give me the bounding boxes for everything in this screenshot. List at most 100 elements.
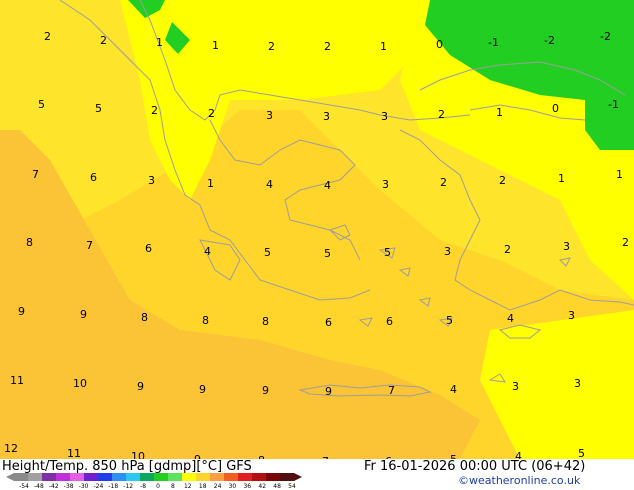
temp-label: 9 — [18, 305, 25, 318]
temp-label: 9 — [137, 380, 144, 393]
color-scale-label: 30 — [229, 483, 237, 489]
temp-label: 11 — [10, 374, 24, 387]
temp-label: 1 — [207, 177, 214, 190]
color-scale: -54 -48 -42 -38 -30 -24 -18 -12 -8 0 8 12 18 24 30 36 42… — [6, 473, 302, 489]
color-scale-swatch — [84, 473, 99, 481]
temp-label: 3 — [568, 309, 575, 322]
temp-label: 5 — [446, 314, 453, 327]
map-viewer: { "map": { "colors": { "band_2_deg": "#f… — [0, 0, 634, 490]
color-scale-swatch — [196, 473, 211, 481]
color-scale-swatch — [42, 473, 57, 481]
temp-label: 10 — [73, 377, 87, 390]
temp-label: 0 — [436, 38, 443, 51]
temp-label: 1 — [156, 36, 163, 49]
temp-label: -1 — [608, 98, 619, 111]
color-scale-swatch — [252, 473, 267, 481]
temp-label: 5 — [95, 102, 102, 115]
temp-label: 4 — [324, 179, 331, 192]
temp-label: 8 — [26, 236, 33, 249]
temp-label: 2 — [438, 108, 445, 121]
color-scale-swatch — [266, 473, 281, 481]
temp-label: 5 — [384, 246, 391, 259]
temp-label: 6 — [90, 171, 97, 184]
color-scale-label: 48 — [273, 483, 281, 489]
temp-label: 3 — [266, 109, 273, 122]
temp-label: 5 — [264, 246, 271, 259]
color-scale-label: 8 — [171, 483, 175, 489]
temp-label: 3 — [512, 380, 519, 393]
color-scale-label: 24 — [214, 483, 222, 489]
color-scale-swatch — [28, 473, 43, 481]
color-scale-label: 36 — [243, 483, 251, 489]
temp-label: 2 — [324, 40, 331, 53]
color-scale-swatch — [238, 473, 253, 481]
temp-label: 2 — [151, 104, 158, 117]
temp-label: 9 — [325, 385, 332, 398]
temp-label: 1 — [616, 168, 623, 181]
temp-label: 7 — [388, 384, 395, 397]
temp-label: 8 — [202, 314, 209, 327]
temp-label: 2 — [504, 243, 511, 256]
map-footer: Height/Temp. 850 hPa [gdmp][°C] GFS Fr 1… — [0, 459, 634, 490]
temp-label: 1 — [496, 106, 503, 119]
map-datetime: Fr 16-01-2026 00:00 UTC (06+42) — [364, 459, 586, 474]
color-scale-swatches — [6, 473, 302, 481]
color-scale-label: -12 — [123, 483, 133, 489]
color-scale-swatch — [154, 473, 169, 481]
color-scale-label: 54 — [288, 483, 296, 489]
temp-label: -2 — [544, 34, 555, 47]
temp-label: 6 — [325, 316, 332, 329]
color-scale-swatch — [70, 473, 85, 481]
temperature-map — [0, 0, 634, 459]
temp-label: 3 — [574, 377, 581, 390]
color-scale-swatch — [182, 473, 197, 481]
temp-label: 4 — [266, 178, 273, 191]
color-scale-swatch — [14, 473, 29, 481]
map-credit: ©weatheronline.co.uk — [458, 474, 581, 487]
temp-label: 1 — [380, 40, 387, 53]
temp-label: -2 — [600, 30, 611, 43]
temp-label: 2 — [499, 174, 506, 187]
temp-label: 12 — [4, 442, 18, 455]
temp-label: 2 — [44, 30, 51, 43]
color-scale-swatch — [56, 473, 71, 481]
color-scale-swatch — [98, 473, 113, 481]
temp-label: 6 — [386, 315, 393, 328]
color-scale-label: -38 — [64, 483, 74, 489]
temp-label: 3 — [563, 240, 570, 253]
color-scale-swatch — [126, 473, 141, 481]
color-scale-label: 42 — [258, 483, 266, 489]
temp-label: 9 — [262, 384, 269, 397]
temp-label: 1 — [212, 39, 219, 52]
temp-label: 4 — [204, 245, 211, 258]
color-scale-label: -18 — [108, 483, 118, 489]
scale-left-arrow-icon — [6, 473, 14, 481]
temp-label: 6 — [145, 242, 152, 255]
temp-label: 5 — [324, 247, 331, 260]
temp-label: 3 — [444, 245, 451, 258]
temp-label: 4 — [450, 383, 457, 396]
temp-label: 8 — [262, 315, 269, 328]
color-scale-label: -48 — [34, 483, 44, 489]
temp-label: 2 — [268, 40, 275, 53]
temp-label: 7 — [86, 239, 93, 252]
color-scale-label: -42 — [49, 483, 59, 489]
color-scale-swatch — [280, 473, 295, 481]
color-scale-labels: -54 -48 -42 -38 -30 -24 -18 -12 -8 0 8 12 18 24 30 36 42… — [19, 483, 296, 489]
temp-label: 7 — [32, 168, 39, 181]
temp-label: 4 — [507, 312, 514, 325]
temp-label: 8 — [141, 311, 148, 324]
map-title: Height/Temp. 850 hPa [gdmp][°C] GFS — [2, 459, 252, 474]
temp-label: 9 — [199, 383, 206, 396]
temp-label: 1 — [558, 172, 565, 185]
color-scale-label: -8 — [140, 483, 146, 489]
color-scale-label: -24 — [93, 483, 103, 489]
color-scale-swatch — [112, 473, 127, 481]
color-scale-label: 12 — [184, 483, 192, 489]
temp-label: 5 — [38, 98, 45, 111]
color-scale-swatch — [224, 473, 239, 481]
color-scale-swatch — [168, 473, 183, 481]
temp-label: 2 — [208, 107, 215, 120]
temp-label: 2 — [622, 236, 629, 249]
temp-label: 3 — [323, 110, 330, 123]
